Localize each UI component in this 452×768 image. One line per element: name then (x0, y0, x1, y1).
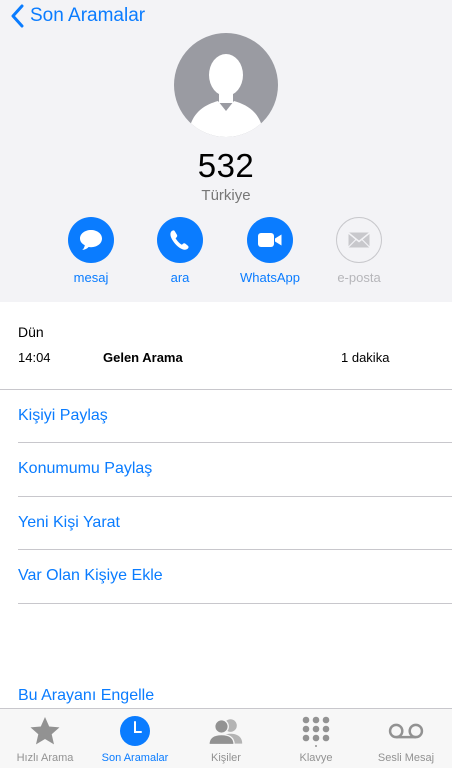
back-button[interactable]: Son Aramalar (10, 4, 145, 28)
tab-label: Kişiler (211, 752, 241, 764)
back-label: Son Aramalar (30, 5, 146, 26)
chevron-left-icon (11, 4, 24, 28)
action-row: mesaj ara WhatsApp e-posta (0, 217, 452, 287)
call-log: Dün 14:04 Gelen Arama 1 dakika (0, 302, 452, 390)
call-time: 14:04 (18, 350, 51, 365)
person-silhouette-icon (188, 54, 264, 137)
email-label: e-posta (337, 270, 381, 285)
divider (18, 603, 452, 604)
contact-header: Son Aramalar 532 Türkiye mesaj ara Whats… (0, 0, 452, 302)
message-label: mesaj (73, 270, 109, 285)
call-date: Dün (18, 324, 44, 340)
video-icon (258, 233, 282, 247)
divider (0, 389, 452, 390)
avatar (174, 33, 278, 137)
tab-label: Hızlı Arama (16, 752, 74, 764)
tab-label: Son Aramalar (101, 752, 169, 764)
whatsapp-label: WhatsApp (240, 270, 300, 285)
tab-favorites[interactable]: Hızlı Arama (0, 709, 90, 768)
divider (18, 442, 452, 443)
phone-icon (170, 230, 189, 250)
tab-voicemail[interactable]: Sesli Mesaj (361, 709, 451, 768)
mail-icon (348, 232, 370, 248)
call-button[interactable]: ara (135, 217, 225, 285)
call-label: ara (170, 270, 190, 285)
tab-contacts[interactable]: Kişiler (181, 709, 271, 768)
tab-keypad[interactable]: Klavye (271, 709, 361, 768)
tab-bar: Hızlı Arama Son Aramalar Kişiler Klavye … (0, 708, 452, 768)
voicemail-icon (388, 723, 424, 739)
contact-country: Türkiye (201, 187, 251, 204)
tab-recents[interactable]: Son Aramalar (90, 709, 180, 768)
whatsapp-button[interactable]: WhatsApp (225, 217, 315, 285)
tab-label: Sesli Mesaj (377, 752, 435, 764)
clock-icon (120, 716, 150, 746)
divider (18, 496, 452, 497)
divider (18, 549, 452, 550)
contact-number: 532 (197, 147, 255, 184)
star-icon (30, 717, 60, 745)
keypad-icon (302, 716, 330, 747)
block-caller-button[interactable]: Bu Arayanı Engelle (18, 687, 154, 705)
contacts-icon (208, 719, 243, 746)
message-button[interactable]: mesaj (46, 217, 136, 285)
add-existing-contact-button[interactable]: Var Olan Kişiye Ekle (18, 567, 163, 585)
email-button[interactable]: e-posta (314, 217, 404, 285)
new-contact-button[interactable]: Yeni Kişi Yarat (18, 514, 120, 532)
share-location-button[interactable]: Konumumu Paylaş (18, 460, 152, 478)
tab-label: Klavye (299, 752, 333, 764)
call-type: Gelen Arama (103, 350, 183, 365)
share-contact-button[interactable]: Kişiyi Paylaş (18, 407, 108, 425)
message-bubble-icon (80, 230, 102, 250)
call-duration: 1 dakika (341, 350, 390, 365)
